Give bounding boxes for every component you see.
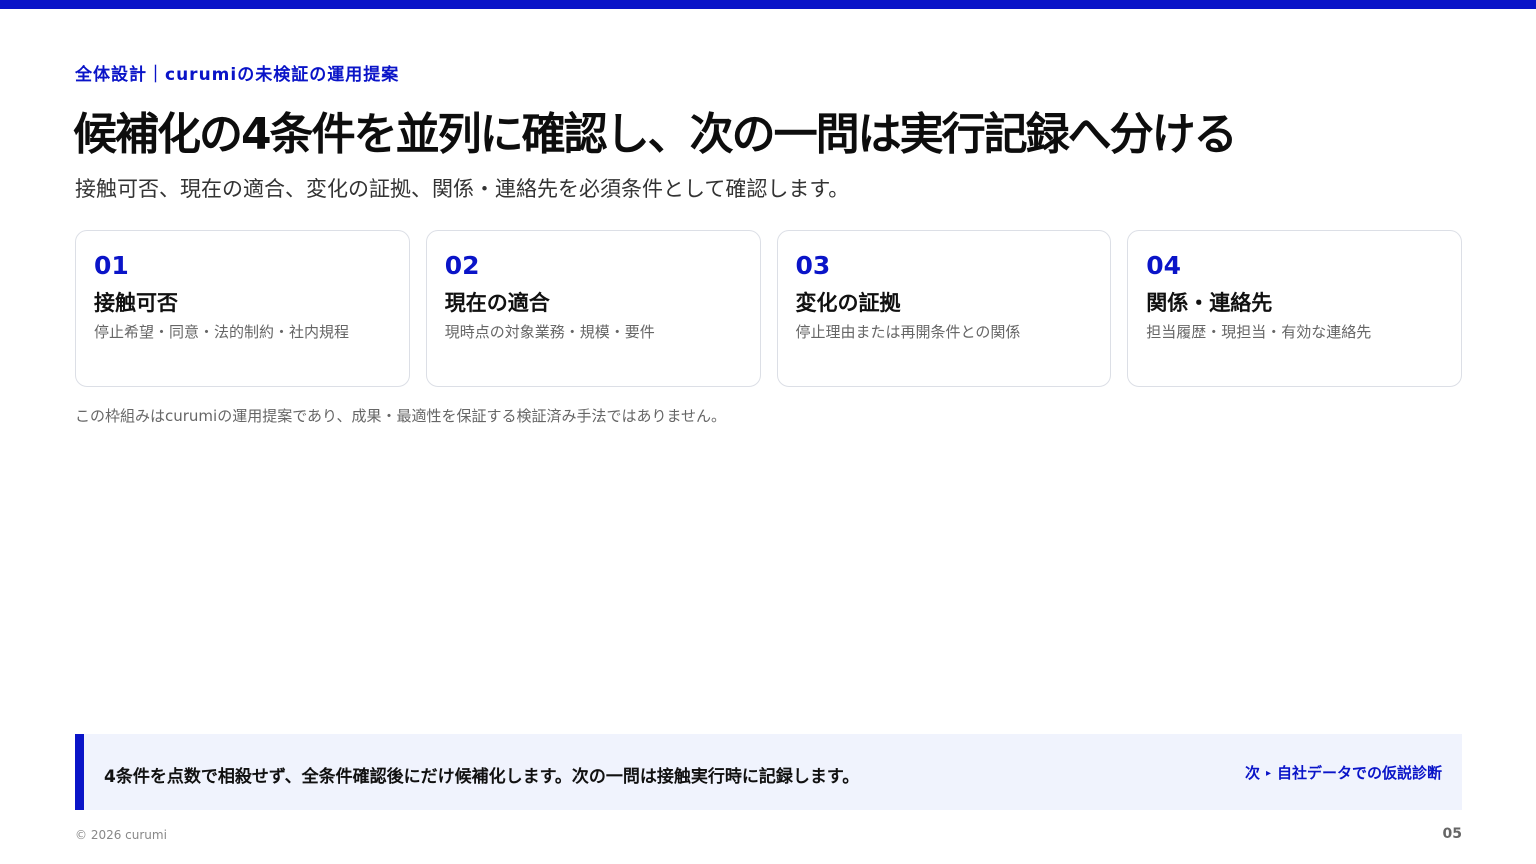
card-number: 04 xyxy=(1146,251,1182,280)
copyright: © 2026 curumi xyxy=(75,828,167,842)
slide: 全体設計｜curumiの未検証の運用提案 候補化の4条件を並列に確認し、次の一問… xyxy=(0,0,1536,864)
condition-card-03: 03 変化の証拠 停止理由または再開条件との関係 xyxy=(776,230,1112,387)
triangle-right-icon: ▸ xyxy=(1265,768,1271,779)
next-prefix: 次 xyxy=(1244,764,1260,782)
card-title: 変化の証拠 xyxy=(795,291,901,315)
condition-card-02: 02 現在の適合 現時点の対象業務・規模・要件 xyxy=(425,230,761,387)
next-label: 自社データでの仮説診断 xyxy=(1276,764,1442,782)
card-description: 停止希望・同意・法的制約・社内規程 xyxy=(94,323,350,342)
callout-text: 4条件を点数で相殺せず、全条件確認後にだけ候補化します。次の一問は接触実行時に記… xyxy=(104,767,860,787)
card-title: 現在の適合 xyxy=(444,291,550,315)
page-title: 候補化の4条件を並列に確認し、次の一問は実行記録へ分ける xyxy=(73,109,1238,160)
condition-card-01: 01 接触可否 停止希望・同意・法的制約・社内規程 xyxy=(75,230,410,387)
top-accent-bar xyxy=(0,0,1536,9)
page-subtitle: 接触可否、現在の適合、変化の証拠、関係・連絡先を必須条件として確認します。 xyxy=(75,177,850,201)
page-number: 05 xyxy=(1442,826,1462,842)
section-eyebrow: 全体設計｜curumiの未検証の運用提案 xyxy=(75,65,400,85)
card-title: 接触可否 xyxy=(94,291,178,315)
summary-callout: 4条件を点数で相殺せず、全条件確認後にだけ候補化します。次の一問は接触実行時に記… xyxy=(75,734,1462,810)
condition-card-04: 04 関係・連絡先 担当履歴・現担当・有効な連絡先 xyxy=(1127,230,1462,387)
next-section-link[interactable]: 次 ▸ 自社データでの仮説診断 xyxy=(1245,762,1442,783)
disclaimer-note: この枠組みはcurumiの運用提案であり、成果・最適性を保証する検証済み手法では… xyxy=(75,407,727,425)
card-description: 現時点の対象業務・規模・要件 xyxy=(444,323,655,342)
card-number: 01 xyxy=(94,251,129,280)
card-number: 02 xyxy=(444,251,480,280)
card-title: 関係・連絡先 xyxy=(1146,291,1273,315)
card-description: 停止理由または再開条件との関係 xyxy=(795,323,1021,342)
card-description: 担当履歴・現担当・有効な連絡先 xyxy=(1146,323,1372,342)
condition-cards: 01 接触可否 停止希望・同意・法的制約・社内規程 02 現在の適合 現時点の対… xyxy=(75,230,1462,387)
card-number: 03 xyxy=(795,251,831,280)
